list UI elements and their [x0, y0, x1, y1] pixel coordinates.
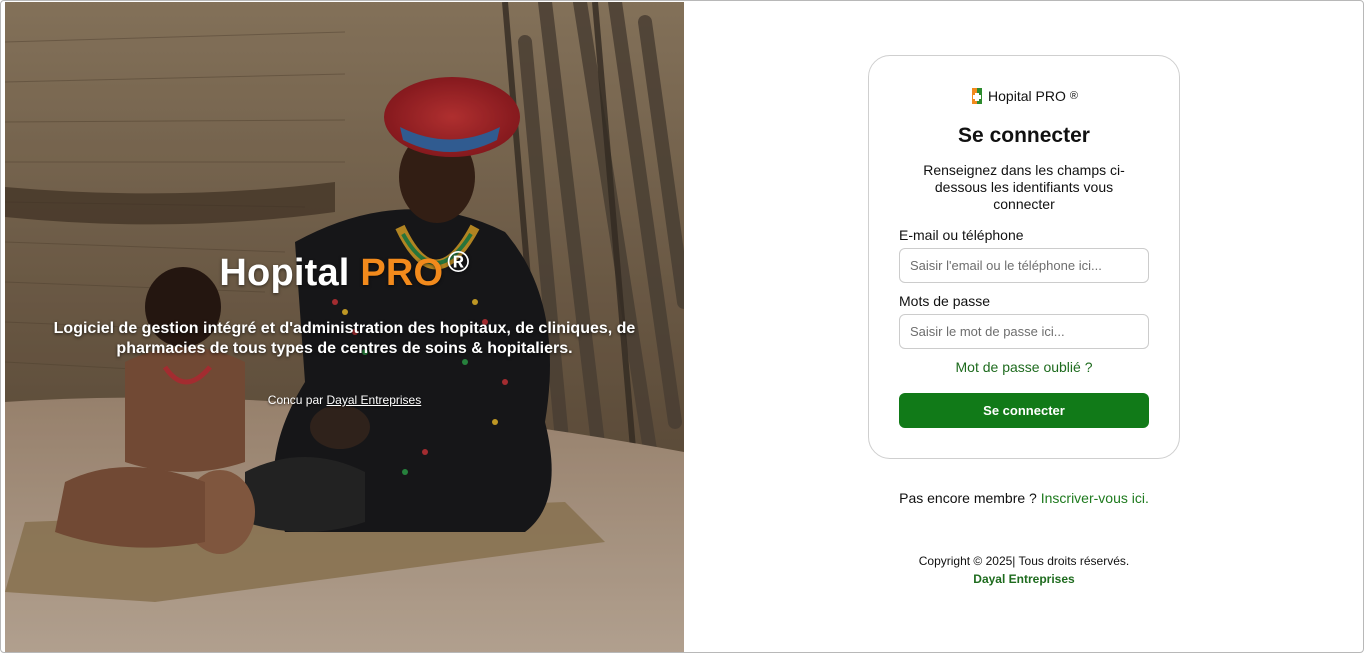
signup-prompt-text: Pas encore membre ?: [899, 490, 1037, 506]
signup-link[interactable]: Inscriver-vous ici.: [1041, 490, 1149, 506]
hero-panel: Hopital PRO ® Logiciel de gestion intégré…: [5, 2, 684, 652]
login-card: Hopital PRO ® Se connecter Renseignez dan…: [868, 55, 1180, 459]
hero-subtitle: Logiciel de gestion intégré et d'adminis…: [53, 320, 636, 357]
brand-registered-mark: ®: [1069, 90, 1078, 102]
password-field[interactable]: [899, 314, 1149, 349]
copyright-text: Copyright © 2025| Tous droits réservés.: [918, 554, 1130, 568]
hero-title: Hopital PRO ®: [5, 246, 684, 295]
brand-name: Hopital PRO: [988, 88, 1066, 104]
hero-title-registered-mark: ®: [447, 246, 470, 279]
app-window: Hopital PRO ® Logiciel de gestion intégré…: [0, 0, 1364, 653]
hero-text-block: Hopital PRO ® Logiciel de gestion intégré…: [5, 2, 684, 652]
hospital-logo-icon: [970, 87, 984, 105]
login-title: Se connecter: [958, 124, 1090, 147]
hero-title-main: Hopital: [219, 252, 350, 294]
hero-credit-prefix: Concu par: [267, 393, 324, 407]
forgot-password-link[interactable]: Mot de passe oublié ?: [869, 359, 1179, 375]
email-field[interactable]: [899, 248, 1149, 283]
hero-title-accent: PRO: [360, 252, 444, 294]
login-submit-button[interactable]: Se connecter: [899, 393, 1149, 428]
hero-credit-link[interactable]: Dayal Entreprises: [327, 393, 422, 407]
email-label: E-mail ou téléphone: [899, 227, 1024, 243]
footer-company-name: Dayal Entreprises: [973, 572, 1075, 586]
password-label: Mots de passe: [899, 293, 991, 309]
brand: Hopital PRO ®: [869, 87, 1179, 105]
hero-credit: Concu par Dayal Entreprises: [5, 393, 684, 407]
login-description: Renseignez dans les champs ci-dessous le…: [923, 162, 1125, 212]
signup-prompt: Pas encore membre ? Inscriver-vous ici.: [868, 490, 1180, 506]
